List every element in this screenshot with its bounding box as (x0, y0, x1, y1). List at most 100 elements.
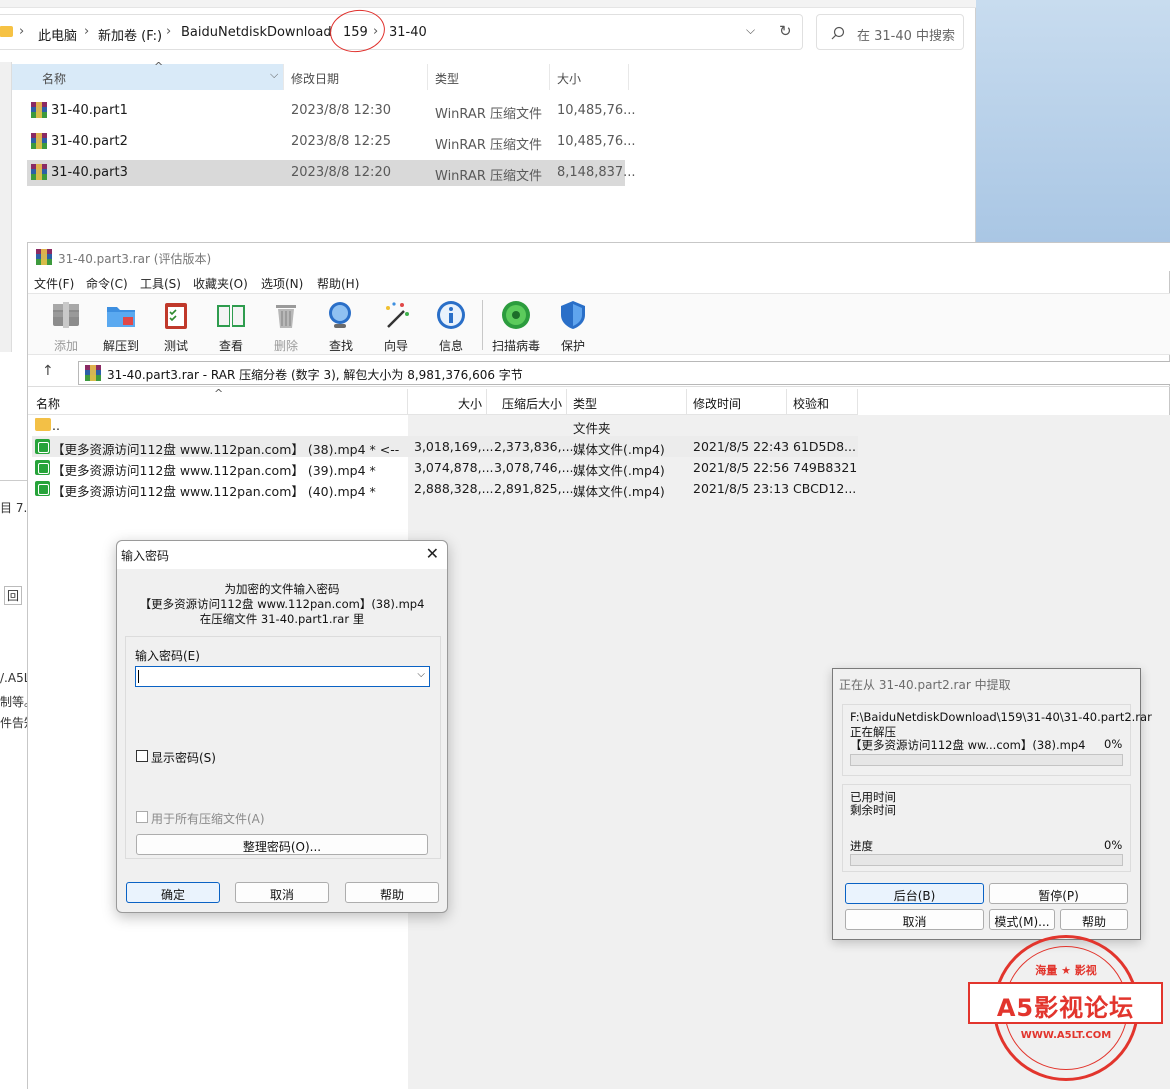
chevron-down-icon[interactable]: ⌵ (746, 23, 755, 38)
wizard-button[interactable]: 向导 (371, 296, 421, 354)
dialog-title-bar: 输入密码 ✕ (117, 541, 447, 569)
view-label: 查看 (218, 339, 243, 353)
menu-bar: 文件(F) 命令(C) 工具(S) 收藏夹(O) 选项(N) 帮助(H) (28, 271, 1170, 293)
add-button[interactable]: 添加 (41, 296, 91, 354)
password-dialog: 输入密码 ✕ 为加密的文件输入密码 【更多资源访问112盘 www.112pan… (116, 540, 448, 913)
help-button[interactable]: 帮助 (345, 882, 439, 903)
background-button[interactable]: 后台(B) (845, 883, 984, 904)
add-archive-icon (53, 302, 79, 328)
file-type: WinRAR 压缩文件 (435, 107, 542, 122)
scan-virus-button[interactable]: 扫描病毒 (491, 296, 541, 354)
list-item[interactable]: 【更多资源访问112盘 www.112pan.com】 (39).mp4 * 3… (32, 457, 858, 478)
menu-tools[interactable]: 工具(S) (140, 275, 181, 292)
menu-file[interactable]: 文件(F) (34, 275, 74, 292)
password-input[interactable]: ⌵ (135, 666, 430, 687)
column-packed[interactable]: 压缩后大小 (487, 389, 567, 415)
background-window-fragment: 目 7. 回 /.A5L 制等。 件告知 (0, 480, 36, 805)
column-name[interactable]: 名称 ^ ⌵ (12, 60, 284, 90)
column-date[interactable]: 修改日期 (285, 64, 428, 90)
entry-size: 3,018,169,... (414, 439, 494, 454)
list-item-parent[interactable]: .. 文件夹 (32, 415, 858, 436)
watermark-top-text: 海量 ★ 影视 (1035, 964, 1097, 977)
column-size[interactable]: 大小 (551, 64, 629, 90)
column-modified[interactable]: 修改时间 (687, 389, 787, 415)
trash-icon (276, 305, 296, 328)
wizard-label: 向导 (383, 339, 408, 353)
list-column-header: 名称 ^ 大小 压缩后大小 类型 修改时间 校验和 (28, 387, 858, 415)
entry-type: 媒体文件(.mp4) (573, 442, 665, 457)
file-name: 31-40.part1 (51, 103, 128, 118)
entry-packed: 3,078,746,... (494, 460, 574, 475)
column-checksum[interactable]: 校验和 (787, 389, 858, 415)
view-button[interactable]: 查看 (206, 296, 256, 354)
breadcrumb-item[interactable]: BaiduNetdiskDownload (181, 25, 332, 40)
entry-modified: 2021/8/5 22:43 (693, 439, 790, 454)
delete-label: 删除 (273, 339, 298, 353)
delete-button[interactable]: 删除 (261, 296, 311, 354)
path-bar: ↑ 31-40.part3.rar - RAR 压缩分卷 (数字 3), 解包大… (28, 359, 1170, 387)
prompt-archive: 在压缩文件 31-40.part1.rar 里 (199, 612, 365, 626)
refresh-icon[interactable]: ↻ (779, 22, 792, 40)
organize-passwords-button[interactable]: 整理密码(O)... (136, 834, 428, 855)
entry-packed: 2,891,825,... (494, 481, 574, 496)
scan-virus-label: 扫描病毒 (491, 339, 540, 353)
info-button[interactable]: 信息 (426, 296, 476, 354)
file-type: WinRAR 压缩文件 (435, 138, 542, 153)
entry-crc: 749B8321 (793, 460, 858, 475)
file-percent: 0% (1104, 737, 1123, 751)
find-button[interactable]: 查找 (316, 296, 366, 354)
column-name[interactable]: 名称 ^ (28, 387, 408, 415)
test-button[interactable]: 测试 (151, 296, 201, 354)
sort-up-icon: ^ (154, 60, 164, 73)
add-label: 添加 (53, 339, 78, 353)
file-row-selected[interactable]: 31-40.part3 2023/8/8 12:20 WinRAR 压缩文件 8… (27, 160, 636, 186)
video-file-icon (35, 460, 50, 475)
protect-button[interactable]: 保护 (548, 296, 598, 354)
close-icon[interactable]: ✕ (426, 544, 439, 563)
file-size: 10,485,76... (557, 134, 636, 149)
breadcrumb-item[interactable]: 31-40 (389, 25, 427, 40)
extract-to-button[interactable]: 解压到 (96, 296, 146, 354)
breadcrumb-item[interactable]: 新加卷 (F:) (98, 25, 162, 44)
menu-options[interactable]: 选项(N) (261, 275, 303, 292)
chevron-down-icon[interactable]: ⌵ (417, 669, 425, 680)
column-name-label: 名称 (42, 72, 67, 86)
chevron-down-icon[interactable]: ⌵ (270, 68, 278, 82)
pause-button[interactable]: 暂停(P) (989, 883, 1128, 904)
file-row[interactable]: 31-40.part1 2023/8/8 12:30 WinRAR 压缩文件 1… (27, 98, 636, 124)
list-item[interactable]: 【更多资源访问112盘 www.112pan.com】 (40).mp4 * 2… (32, 478, 858, 499)
breadcrumb-item[interactable]: 此电脑 (38, 25, 77, 44)
help-button[interactable]: 帮助 (1060, 909, 1128, 930)
extract-to-label: 解压到 (102, 339, 139, 353)
password-label: 输入密码(E) (135, 649, 200, 663)
menu-favorites[interactable]: 收藏夹(O) (193, 275, 248, 292)
column-type[interactable]: 类型 (567, 389, 687, 415)
progress-label: 进度 (850, 839, 873, 853)
address-bar[interactable]: › 此电脑 › 新加卷 (F:) › BaiduNetdiskDownload … (0, 14, 803, 50)
file-size: 8,148,837... (557, 165, 636, 180)
file-row[interactable]: 31-40.part2 2023/8/8 12:25 WinRAR 压缩文件 1… (27, 129, 636, 155)
show-password-checkbox[interactable] (136, 750, 148, 762)
folder-icon (0, 26, 13, 37)
menu-commands[interactable]: 命令(C) (86, 275, 128, 292)
up-arrow-icon[interactable]: ↑ (42, 363, 54, 379)
entry-type: 媒体文件(.mp4) (573, 484, 665, 499)
use-for-all-checkbox[interactable] (136, 811, 148, 823)
menu-help[interactable]: 帮助(H) (317, 275, 359, 292)
toolbar: 添加 解压到 测试 查看 删除 查找 向导 信息 扫描病毒 保护 (28, 293, 1170, 355)
column-type[interactable]: 类型 (429, 64, 550, 90)
list-item[interactable]: 【更多资源访问112盘 www.112pan.com】 (38).mp4 * <… (32, 436, 858, 457)
archive-path-field[interactable]: 31-40.part3.rar - RAR 压缩分卷 (数字 3), 解包大小为… (78, 361, 1170, 385)
ok-button[interactable]: 确定 (126, 882, 220, 903)
column-header: 名称 ^ ⌵ 修改日期 类型 大小 (12, 60, 629, 90)
entry-modified: 2021/8/5 22:56 (693, 460, 790, 475)
mode-button[interactable]: 模式(M)... (989, 909, 1055, 930)
file-size: 10,485,76... (557, 103, 636, 118)
column-size[interactable]: 大小 (408, 389, 487, 415)
file-name: 31-40.part3 (51, 165, 128, 180)
cancel-button[interactable]: 取消 (235, 882, 329, 903)
cancel-button[interactable]: 取消 (845, 909, 984, 930)
search-box[interactable]: 在 31-40 中搜索 (816, 14, 964, 50)
column-name-label: 名称 (36, 397, 61, 411)
fragment-text: /.A5L (0, 671, 31, 685)
